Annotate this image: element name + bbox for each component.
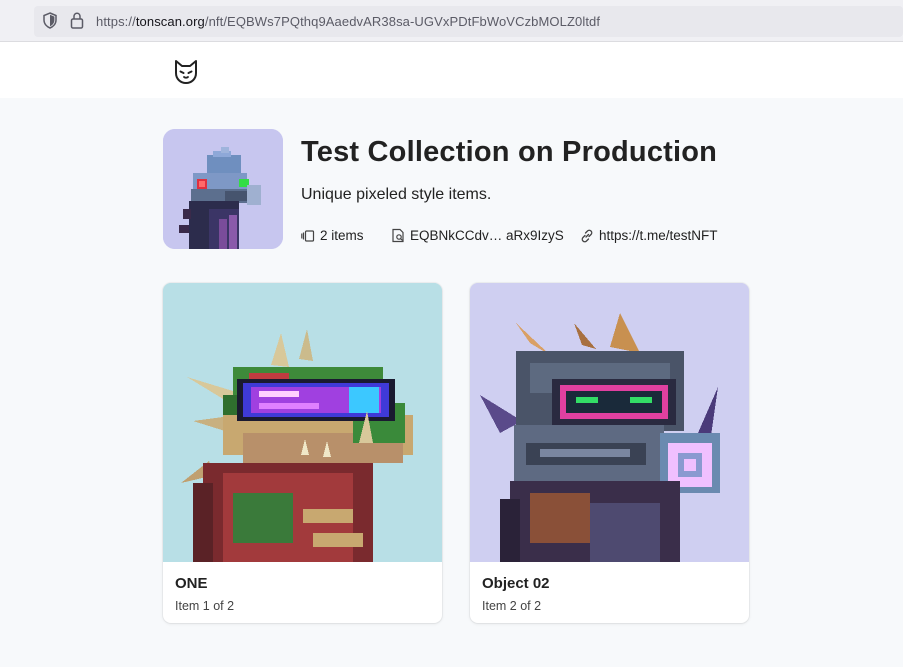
nft-item-name: ONE <box>175 575 208 592</box>
nft-item-position: Item 1 of 2 <box>175 599 235 613</box>
collection-title: Test Collection on Production <box>301 136 718 168</box>
nft-item-image <box>470 283 749 562</box>
lock-icon[interactable] <box>70 12 84 34</box>
collection-cover-image <box>163 129 283 249</box>
owner-address-label: EQBNkCCdv… aRx9IzyS <box>410 228 564 243</box>
site-header <box>0 42 903 98</box>
url-path: /nft/EQBWs7PQthq9AaedvAR38sa-UGVxPDtFbWo… <box>204 14 601 29</box>
contract-document-icon <box>392 228 404 243</box>
items-count-label: 2 items <box>320 228 364 243</box>
nft-item-position: Item 2 of 2 <box>482 599 542 613</box>
owner-address[interactable]: EQBNkCCdv… aRx9IzyS <box>391 228 564 243</box>
external-link[interactable]: https://t.me/testNFT <box>580 228 718 243</box>
url-host: tonscan.org <box>135 14 205 29</box>
external-link-label: https://t.me/testNFT <box>599 228 718 243</box>
stack-icon <box>301 229 315 242</box>
items-count: 2 items <box>301 228 364 243</box>
nft-item-image <box>163 283 442 562</box>
tracking-protection-shield-icon[interactable] <box>42 12 58 34</box>
cat-logo-icon[interactable] <box>172 58 200 91</box>
nft-item-card[interactable]: ONE Item 1 of 2 <box>163 283 442 623</box>
url-prefix: https:// <box>96 14 136 29</box>
collection-description: Unique pixeled style items. <box>301 186 492 203</box>
browser-toolbar: https://tonscan.org/nft/EQBWs7PQthq9Aaed… <box>0 0 903 42</box>
nft-item-name: Object 02 <box>482 575 550 592</box>
url-text[interactable]: https://tonscan.org/nft/EQBWs7PQthq9Aaed… <box>96 14 600 29</box>
nft-item-card[interactable]: Object 02 Item 2 of 2 <box>470 283 749 623</box>
link-icon <box>581 229 593 242</box>
